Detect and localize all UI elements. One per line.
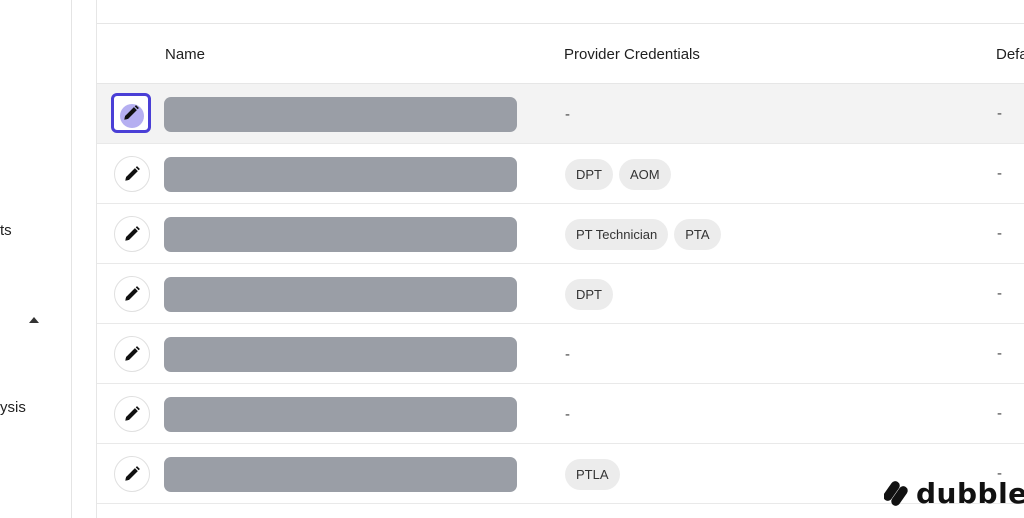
default-cell: - — [997, 105, 1002, 122]
table-row: -- — [97, 84, 1024, 144]
default-cell: - — [997, 285, 1002, 302]
dubble-logo: dubble — [884, 476, 1024, 510]
credentials-cell: PT Technician PTA — [565, 218, 721, 250]
edit-button[interactable] — [114, 456, 150, 492]
credentials-cell: DPT AOM — [565, 158, 671, 190]
sidebar-item-partial-2[interactable]: ysis — [0, 399, 26, 416]
table-row: PT Technician PTA - — [97, 204, 1024, 264]
edit-button[interactable] — [111, 93, 151, 133]
dubble-logo-icon — [884, 481, 908, 506]
credentials-cell: - — [565, 398, 570, 430]
edit-button[interactable] — [114, 276, 150, 312]
table-row: DPT - — [97, 264, 1024, 324]
credential-chip: PTLA — [565, 458, 620, 490]
empty-credentials: - — [565, 105, 570, 123]
pencil-icon — [125, 226, 140, 241]
edit-button[interactable] — [114, 396, 150, 432]
providers-table: Name Provider Credentials Defa --DPTAOM-… — [96, 0, 1024, 518]
credential-chip: PT Technician — [565, 218, 669, 250]
redacted-name — [164, 397, 517, 432]
empty-credentials: - — [565, 345, 570, 363]
redacted-name — [164, 157, 517, 192]
table-row: -- — [97, 324, 1024, 384]
sidebar-gap — [72, 0, 96, 518]
credentials-cell: - — [565, 98, 570, 130]
credential-chip: DPT — [565, 278, 613, 310]
table-row: -- — [97, 384, 1024, 444]
default-cell: - — [997, 225, 1002, 242]
logo-text: dubble — [916, 476, 1024, 510]
edit-button[interactable] — [114, 156, 150, 192]
default-cell: - — [997, 405, 1002, 422]
credentials-cell: PTLA — [565, 458, 620, 490]
edit-button[interactable] — [114, 216, 150, 252]
sidebar-item-partial-1[interactable]: ts — [0, 222, 12, 239]
caret-up-icon[interactable] — [29, 317, 39, 323]
redacted-name — [164, 457, 517, 492]
pencil-icon — [125, 406, 140, 421]
pencil-icon — [125, 466, 140, 481]
pencil-icon — [124, 105, 139, 120]
pencil-icon — [125, 346, 140, 361]
credential-chip: PTA — [674, 218, 721, 250]
pencil-icon — [125, 286, 140, 301]
credentials-cell: - — [565, 338, 570, 370]
credential-chip: AOM — [619, 158, 671, 190]
column-header-name[interactable]: Name — [165, 46, 205, 63]
table-header: Name Provider Credentials Defa — [97, 24, 1024, 84]
redacted-name — [164, 97, 517, 132]
column-header-default[interactable]: Defa — [996, 46, 1024, 63]
redacted-name — [164, 277, 517, 312]
redacted-name — [164, 217, 517, 252]
default-cell: - — [997, 165, 1002, 182]
empty-credentials: - — [565, 405, 570, 423]
table-body: - - DPT AOM - PT Technician PTA - DPT - - - - - PTLA - — [97, 84, 1024, 504]
table-row: DPT AOM - — [97, 144, 1024, 204]
default-cell: - — [997, 345, 1002, 362]
sidebar: ts ysis — [0, 0, 72, 518]
credentials-cell: DPT — [565, 278, 613, 310]
edit-button[interactable] — [114, 336, 150, 372]
pencil-icon — [125, 166, 140, 181]
column-header-credentials[interactable]: Provider Credentials — [564, 46, 700, 63]
redacted-name — [164, 337, 517, 372]
credential-chip: DPT — [565, 158, 613, 190]
table-top-strip — [97, 0, 1024, 24]
